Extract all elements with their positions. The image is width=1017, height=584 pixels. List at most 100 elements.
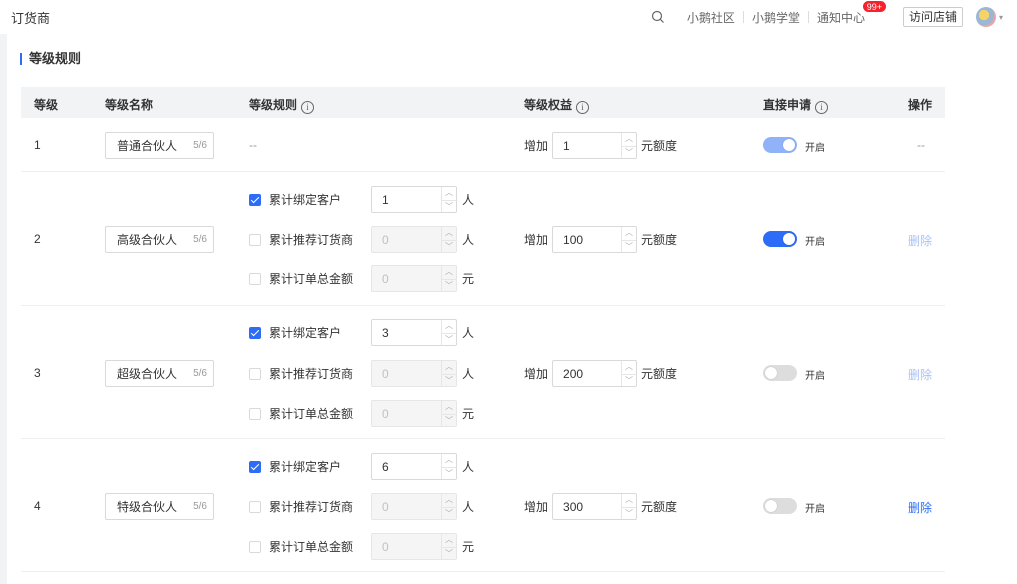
rule-stepper[interactable]: 0 ︿ ﹀ (371, 493, 457, 520)
char-count: 5/6 (193, 234, 207, 245)
rule-stepper[interactable]: 6 ︿ ﹀ (371, 453, 457, 480)
stepper-arrows[interactable]: ︿ ﹀ (441, 454, 456, 479)
header-benefit: 等级权益 i (524, 96, 590, 114)
rule-checkbox[interactable] (249, 540, 261, 553)
chevron-down-icon[interactable]: ﹀ (442, 278, 456, 292)
rule-checkbox[interactable] (249, 272, 261, 285)
nav-link-community[interactable]: 小鹅社区 (679, 9, 743, 26)
top-bar: 订货商 小鹅社区 小鹅学堂 通知中心 99+ 访问店铺 ▾ (0, 0, 1017, 34)
delete-button[interactable]: 删除 (908, 499, 932, 516)
stepper-arrows[interactable]: ︿ ﹀ (441, 401, 456, 426)
benefit-unit: 元额度 (641, 233, 678, 247)
rule-checkbox[interactable] (249, 407, 261, 420)
chevron-down-icon[interactable]: ﹀ (442, 373, 456, 387)
chevron-up-icon[interactable]: ︿ (442, 401, 456, 414)
chevron-down-icon[interactable]: ﹀ (442, 466, 456, 480)
rule-checkbox[interactable] (249, 500, 261, 513)
stepper-arrows[interactable]: ︿ ﹀ (441, 361, 456, 386)
rule-stepper[interactable]: 1 ︿ ﹀ (371, 186, 457, 213)
rule-stepper[interactable]: 0 ︿ ﹀ (371, 360, 457, 387)
stepper-arrows[interactable]: ︿ ﹀ (621, 227, 637, 253)
rule-unit: 元 (462, 540, 475, 554)
rule-checkbox[interactable] (249, 460, 261, 473)
rule-stepper[interactable]: 0 ︿ ﹀ (371, 400, 457, 427)
avatar[interactable] (975, 7, 996, 27)
rule-stepper[interactable]: 3 ︿ ﹀ (371, 319, 457, 346)
info-icon[interactable]: i (815, 101, 829, 114)
table-row: 1 普通合伙人 5/6 -- 增加 1 ︿ ﹀ 元额度 开启 -- (21, 118, 945, 172)
rule-value: 0 (382, 271, 389, 286)
chevron-down-icon[interactable]: ▾ (999, 13, 1003, 22)
row-level: 4 (34, 499, 41, 513)
section-title: 等级规则 (20, 51, 81, 67)
chevron-down-icon[interactable]: ﹀ (442, 199, 456, 213)
chevron-up-icon[interactable]: ︿ (622, 361, 636, 374)
chevron-up-icon[interactable]: ︿ (442, 320, 456, 333)
stepper-arrows[interactable]: ︿ ﹀ (441, 227, 456, 252)
rule-checkbox[interactable] (249, 193, 261, 206)
benefit-field: 增加 300 ︿ ﹀ 元额度 (524, 493, 677, 520)
stepper-arrows[interactable]: ︿ ﹀ (621, 133, 637, 159)
chevron-down-icon[interactable]: ﹀ (622, 239, 637, 253)
rule-checkbox[interactable] (249, 367, 261, 380)
rule-checkbox[interactable] (249, 233, 261, 246)
chevron-down-icon[interactable]: ﹀ (622, 506, 637, 520)
chevron-up-icon[interactable]: ︿ (442, 454, 456, 467)
rule-stepper[interactable]: 0 ︿ ﹀ (371, 265, 457, 292)
switch-knob (765, 500, 777, 512)
direct-apply-switch[interactable] (763, 231, 797, 247)
stepper-arrows[interactable]: ︿ ﹀ (441, 187, 456, 212)
chevron-up-icon[interactable]: ︿ (622, 227, 636, 240)
header-level: 等级 (34, 98, 59, 112)
level-name-input[interactable]: 超级合伙人 5/6 (105, 360, 214, 387)
delete-button[interactable]: 删除 (908, 366, 932, 383)
rule-stepper[interactable]: 0 ︿ ﹀ (371, 226, 457, 253)
level-name-input[interactable]: 高级合伙人 5/6 (105, 226, 214, 253)
stepper-arrows[interactable]: ︿ ﹀ (621, 494, 637, 520)
switch-label: 开启 (805, 143, 825, 154)
chevron-up-icon[interactable]: ︿ (442, 187, 456, 200)
info-icon[interactable]: i (576, 101, 590, 114)
benefit-stepper[interactable]: 1 ︿ ﹀ (552, 132, 638, 159)
chevron-down-icon[interactable]: ﹀ (622, 373, 637, 387)
chevron-down-icon[interactable]: ﹀ (622, 145, 637, 159)
chevron-up-icon[interactable]: ︿ (442, 534, 456, 547)
chevron-up-icon[interactable]: ︿ (622, 133, 636, 146)
visit-store-button[interactable]: 访问店铺 (902, 7, 963, 27)
switch-knob (783, 233, 795, 245)
notification-center[interactable]: 通知中心 99+ (809, 0, 887, 26)
chevron-down-icon[interactable]: ﹀ (442, 332, 456, 346)
chevron-up-icon[interactable]: ︿ (622, 494, 636, 507)
chevron-up-icon[interactable]: ︿ (442, 227, 456, 240)
chevron-down-icon[interactable]: ﹀ (442, 506, 456, 520)
rule-checkbox[interactable] (249, 326, 261, 339)
stepper-arrows[interactable]: ︿ ﹀ (441, 266, 456, 291)
benefit-stepper[interactable]: 100 ︿ ﹀ (552, 226, 638, 253)
chevron-up-icon[interactable]: ︿ (442, 266, 456, 279)
chevron-up-icon[interactable]: ︿ (442, 361, 456, 374)
rule-bind-customers: 累计绑定客户 1 ︿ ﹀ 人 (249, 186, 474, 213)
stepper-arrows[interactable]: ︿ ﹀ (441, 534, 456, 559)
chevron-down-icon[interactable]: ﹀ (442, 239, 456, 253)
search-icon[interactable] (651, 10, 665, 24)
stepper-arrows[interactable]: ︿ ﹀ (441, 320, 456, 345)
level-name-input[interactable]: 普通合伙人 5/6 (105, 132, 214, 159)
info-icon[interactable]: i (301, 101, 315, 114)
benefit-stepper[interactable]: 300 ︿ ﹀ (552, 493, 638, 520)
chevron-down-icon[interactable]: ﹀ (442, 546, 456, 560)
chevron-up-icon[interactable]: ︿ (442, 494, 456, 507)
header-direct-label: 直接申请 (763, 98, 812, 112)
stepper-arrows[interactable]: ︿ ﹀ (621, 361, 637, 387)
benefit-stepper[interactable]: 200 ︿ ﹀ (552, 360, 638, 387)
nav-link-academy[interactable]: 小鹅学堂 (744, 9, 808, 26)
direct-apply-switch[interactable] (763, 498, 797, 514)
direct-apply-switch[interactable] (763, 137, 797, 153)
direct-apply-switch[interactable] (763, 365, 797, 381)
delete-button[interactable]: 删除 (908, 232, 932, 249)
header-direct: 直接申请 i (763, 96, 829, 114)
stepper-arrows[interactable]: ︿ ﹀ (441, 494, 456, 519)
level-name-input[interactable]: 特级合伙人 5/6 (105, 493, 214, 520)
chevron-down-icon[interactable]: ﹀ (442, 413, 456, 427)
rule-stepper[interactable]: 0 ︿ ﹀ (371, 533, 457, 560)
rule-label: 累计订单总金额 (269, 407, 354, 421)
